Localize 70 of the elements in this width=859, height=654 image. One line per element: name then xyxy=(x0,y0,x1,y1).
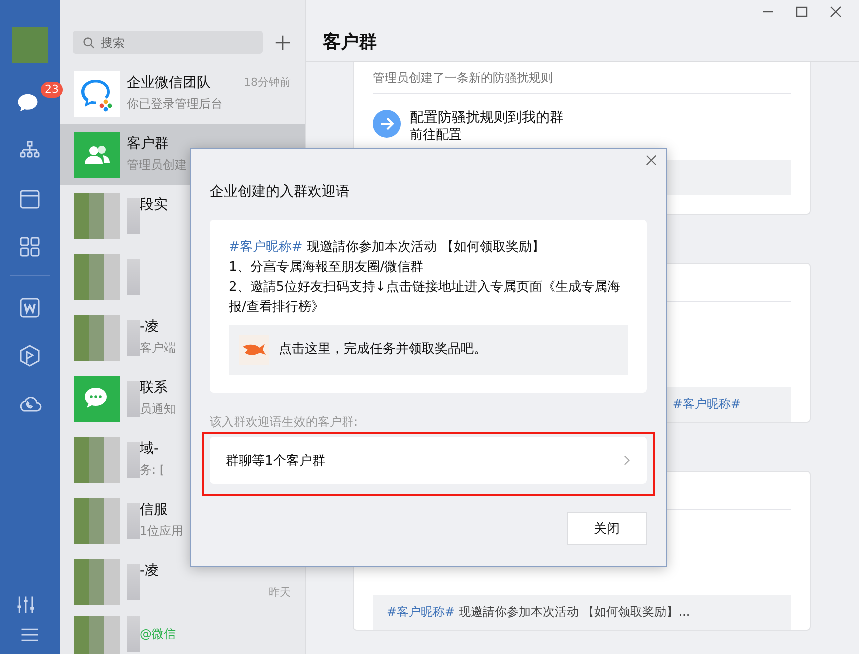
chat-bubble-avatar-icon xyxy=(74,376,120,422)
quote-text: #客户昵称# 现邀請你参加本次活动 【如何领取奖励】... xyxy=(387,604,690,621)
close-icon[interactable] xyxy=(829,6,843,20)
chat-title: 客户群 xyxy=(323,31,377,55)
message-line: #客户昵称# 现邀請你参加本次活动 【如何领取奖励】 xyxy=(229,239,546,257)
contact-name: 联系 xyxy=(140,378,168,396)
chat-list-item[interactable]: 企业微信团队 18分钟前 你已登录管理后台 xyxy=(60,63,305,124)
close-icon[interactable] xyxy=(646,155,657,166)
group-list-row[interactable]: 群聊等1个客户群 xyxy=(210,437,647,484)
pixelated-text xyxy=(127,442,140,478)
action-link[interactable]: 前往配置 xyxy=(410,128,564,144)
pixelated-avatar xyxy=(74,314,120,360)
link-card-text: 点击这里，完成任务并领取奖品吧。 xyxy=(279,341,487,359)
pixelated-text xyxy=(127,502,140,538)
pixelated-avatar xyxy=(74,436,120,482)
message-line: 2、邀請5位好友扫码支持↓点击链接地址进入专属页面《生成专属海报/查看排行榜》 xyxy=(229,279,622,317)
dialog-title: 企业创建的入群欢迎语 xyxy=(210,183,351,202)
link-card[interactable]: 点击这里，完成任务并领取奖品吧。 xyxy=(229,325,628,375)
chat-list-item[interactable]: -凌 昨天 xyxy=(60,551,305,612)
chat-list-item[interactable]: 联系 员通知 xyxy=(60,368,190,429)
message-time: 昨天 xyxy=(269,585,291,600)
search-field[interactable]: 搜索 xyxy=(73,31,263,54)
pixelated-text xyxy=(127,616,140,652)
message-line: 1、分亯专属海報至朋友圈/微信群 xyxy=(229,259,425,277)
add-icon[interactable] xyxy=(275,34,291,50)
fish-logo-icon xyxy=(239,335,269,365)
message-preview: 你已登录管理后台 xyxy=(127,96,223,113)
pixelated-text xyxy=(127,380,140,416)
message-preview: 1位应用 xyxy=(140,523,184,540)
quote-text: #客户昵称# xyxy=(672,396,741,413)
contact-name: 段实 xyxy=(140,196,168,214)
message-time: 18分钟前 xyxy=(244,75,291,90)
contact-name: 信服 xyxy=(140,500,168,518)
unread-count-badge: 23 xyxy=(41,82,63,98)
maximize-icon[interactable] xyxy=(795,6,809,20)
close-button[interactable]: 关闭 xyxy=(567,512,647,545)
pixelated-text xyxy=(127,320,140,356)
section-label: 该入群欢迎语生效的客户群: xyxy=(210,414,360,431)
arrow-right-icon[interactable] xyxy=(373,110,401,138)
pixelated-avatar xyxy=(74,558,120,604)
message-preview: 员通知 xyxy=(140,401,176,418)
contact-name: -凌 xyxy=(140,562,160,580)
chat-list-item[interactable]: 段实 xyxy=(60,185,182,246)
pixelated-text xyxy=(127,198,140,234)
message-preview: 客户端 xyxy=(140,340,176,357)
pixelated-avatar xyxy=(74,616,120,654)
w-document-icon[interactable] xyxy=(18,296,42,320)
pixelated-avatar xyxy=(74,254,120,300)
pixelated-avatar xyxy=(74,498,120,544)
chevron-right-icon xyxy=(624,455,631,466)
group-avatar-icon xyxy=(74,132,120,178)
card-note: 管理员创建了一条新的防骚扰规则 xyxy=(373,70,554,87)
sliders-icon[interactable] xyxy=(15,594,37,616)
contact-name: 域- xyxy=(140,440,160,458)
message-preview: 务: [ xyxy=(140,462,165,479)
action-title: 配置防骚扰规则到我的群 xyxy=(410,110,564,126)
chat-list-item[interactable]: 信服 1位应用 xyxy=(60,490,198,551)
pixelated-avatar xyxy=(74,192,120,238)
contact-name: -凌 xyxy=(140,318,160,336)
pixelated-text xyxy=(127,258,140,294)
chat-list-item[interactable]: 域- 务: [ xyxy=(60,429,179,490)
app-logo-icon xyxy=(74,70,120,116)
chat-list-item[interactable]: -凌 客户端 xyxy=(60,307,190,368)
hexagon-icon[interactable] xyxy=(18,344,42,368)
grid-icon[interactable] xyxy=(18,235,42,259)
contact-name: 企业微信团队 xyxy=(127,74,211,92)
contact-name: 客户群 xyxy=(127,134,169,152)
message-preview: 管理员创建 xyxy=(127,157,187,174)
pixelated-text xyxy=(127,564,140,600)
message-preview: @微信 xyxy=(140,626,176,642)
